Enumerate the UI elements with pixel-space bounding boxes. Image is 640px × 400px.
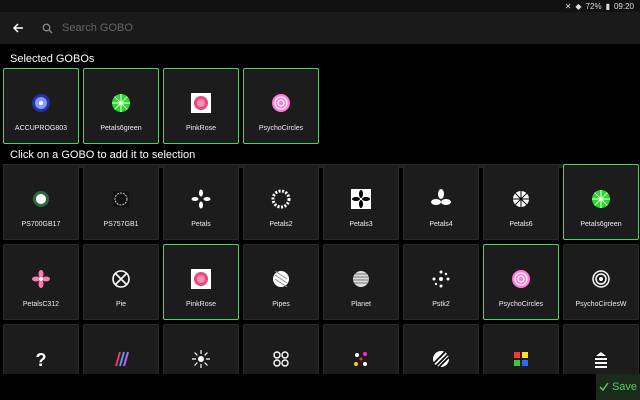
gobo-label: ACCUPROG803: [14, 125, 68, 132]
petals4-icon: [431, 189, 451, 209]
status-bar: ✕ ◆ 72% ▮ 09:20: [0, 0, 640, 12]
colored-lines-icon: [111, 349, 131, 369]
toolbar: [0, 12, 640, 44]
save-label: Save: [611, 381, 638, 393]
gobo-label: Planet: [351, 301, 371, 308]
arrow-left-icon: [12, 23, 23, 33]
gobo-label: PsychoCircles: [258, 125, 304, 132]
gobo-card[interactable]: PS700GB17: [3, 164, 79, 240]
green-wheel-icon: [111, 93, 131, 113]
gobo-label: Pipes: [272, 301, 290, 308]
gobo-card[interactable]: Petals6: [483, 164, 559, 240]
gobo-grid: PS700GB17 PS757GB1 Petals Petals2 Petals3 Pet…: [3, 164, 639, 400]
petals2-icon: [271, 189, 291, 209]
mute-icon: ✕: [564, 1, 572, 11]
swirl-icon: [111, 189, 131, 209]
gobo-label: Petals6green: [580, 221, 622, 228]
selection-prompt: Click on a GOBO to add it to selection: [10, 149, 196, 161]
pink-circles-icon: [511, 269, 531, 289]
blue-mandala-icon: [31, 93, 51, 113]
multicolor-dots-icon: [351, 349, 371, 369]
gobo-label: Petals2: [269, 221, 293, 228]
gobo-card[interactable]: PetalsC312: [3, 244, 79, 320]
selected-list: ACCUPROG803 Petals6green PinkRose PsychoCir…: [3, 68, 319, 144]
pipes-icon: [271, 269, 291, 289]
gobo-label: Petals6: [509, 221, 533, 228]
gobo-card[interactable]: PsychoCircles: [483, 244, 559, 320]
selected-gobo-card[interactable]: Petals6green: [83, 68, 159, 144]
back-button[interactable]: [4, 14, 32, 42]
gobo-label: Petals4: [429, 221, 453, 228]
gobo-card[interactable]: PS757GB1: [83, 164, 159, 240]
gobo-card[interactable]: Petals3: [323, 164, 399, 240]
selected-gobo-card[interactable]: ACCUPROG803: [3, 68, 79, 144]
gobo-card[interactable]: Pie: [83, 244, 159, 320]
pink-circles-icon: [271, 93, 291, 113]
gobo-label: Petals: [191, 221, 211, 228]
battery-level: 72%: [585, 1, 602, 11]
clock: 09:20: [613, 1, 634, 11]
gobo-label: PsychoCircles: [498, 301, 544, 308]
stack-icon: [591, 349, 611, 369]
selected-gobo-card[interactable]: PsychoCircles: [243, 68, 319, 144]
pink-rose-icon: [191, 93, 211, 113]
gobo-card[interactable]: Pipes: [243, 244, 319, 320]
svg-text:?: ?: [36, 350, 47, 369]
color-squares-icon: [511, 349, 531, 369]
question-icon: ?: [31, 349, 51, 369]
gobo-card[interactable]: Petals4: [403, 164, 479, 240]
search-input[interactable]: [60, 21, 364, 35]
selected-title: Selected GOBOs: [10, 53, 95, 65]
gobo-label: PsychoCirclesW: [575, 301, 627, 308]
wifi-icon: ◆: [575, 1, 582, 11]
gobo-label: Pie: [115, 301, 127, 308]
white-circles-icon: [591, 269, 611, 289]
rings-icon: [271, 349, 291, 369]
sun-icon: [191, 349, 211, 369]
glow-dot-icon: [31, 189, 51, 209]
pink-rose-icon: [191, 269, 211, 289]
gobo-card[interactable]: Pstk2: [403, 244, 479, 320]
gobo-card[interactable]: Petals: [163, 164, 239, 240]
stripe-ball-icon: [431, 349, 451, 369]
selected-gobo-card[interactable]: PinkRose: [163, 68, 239, 144]
gobo-card[interactable]: PsychoCirclesW: [563, 244, 639, 320]
gobo-label: PinkRose: [186, 301, 216, 308]
petals3-icon: [351, 189, 371, 209]
planet-icon: [351, 269, 371, 289]
gobo-card[interactable]: Petals6green: [563, 164, 639, 240]
petals6-icon: [511, 189, 531, 209]
battery-icon: ▮: [605, 1, 610, 11]
search-icon: [40, 21, 54, 35]
gobo-label: Petals6green: [100, 125, 142, 132]
petals-icon: [191, 189, 211, 209]
gobo-label: Petals3: [349, 221, 373, 228]
bottom-bar: [0, 374, 640, 400]
gobo-label: PetalsC312: [22, 301, 60, 308]
green-wheel-icon: [591, 189, 611, 209]
gobo-label: PinkRose: [186, 125, 216, 132]
gobo-card[interactable]: PinkRose: [163, 244, 239, 320]
gobo-label: PS700GB17: [21, 221, 61, 228]
gobo-card[interactable]: Planet: [323, 244, 399, 320]
check-icon: [599, 382, 609, 392]
pie-icon: [111, 269, 131, 289]
dots-ring-icon: [431, 269, 451, 289]
search-bar: [40, 16, 640, 40]
save-button[interactable]: Save: [596, 374, 640, 400]
gobo-card[interactable]: Petals2: [243, 164, 319, 240]
gobo-label: PS757GB1: [103, 221, 139, 228]
gobo-label: Pstk2: [432, 301, 450, 308]
pink-flower-icon: [31, 269, 51, 289]
